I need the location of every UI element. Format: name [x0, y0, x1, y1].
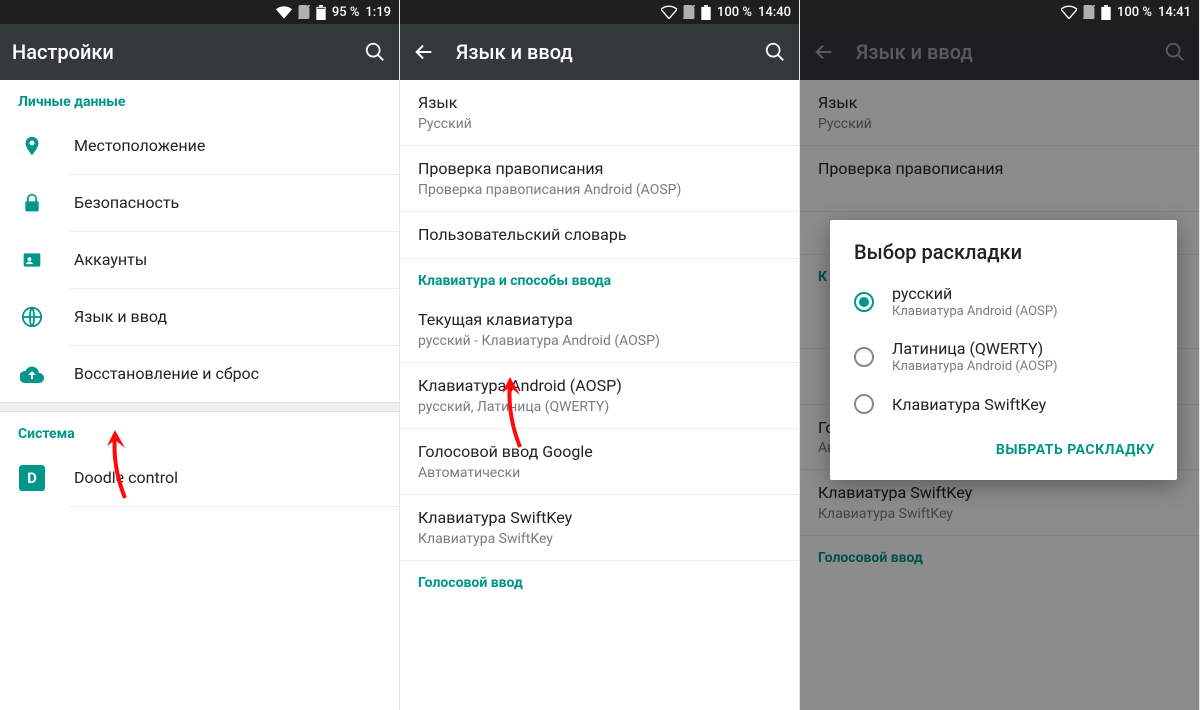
no-sim-icon	[683, 5, 695, 19]
item-aosp-keyboard[interactable]: Клавиатура Android (AOSP) русский, Латин…	[400, 363, 799, 428]
section-personal: Личные данные	[0, 80, 399, 118]
item-subtitle: русский, Латиница (QWERTY)	[418, 399, 781, 415]
section-voice: Голосовой ввод	[400, 561, 799, 599]
item-label: Аккаунты	[74, 250, 381, 271]
wifi-icon	[1061, 5, 1077, 19]
battery-percent: 95 %	[332, 5, 360, 20]
doodle-icon: D	[18, 464, 46, 492]
location-icon	[18, 132, 46, 160]
page-title: Настройки	[12, 40, 343, 64]
battery-percent: 100 %	[1117, 5, 1152, 20]
search-icon[interactable]	[363, 40, 387, 64]
option-title: Латиница (QWERTY)	[892, 339, 1058, 358]
battery-icon	[316, 5, 326, 20]
backup-icon	[18, 360, 46, 388]
clock: 1:19	[365, 5, 391, 20]
item-language[interactable]: Язык Русский	[400, 80, 799, 145]
wifi-icon	[276, 5, 292, 19]
sidebar-item-language[interactable]: Язык и ввод	[0, 289, 399, 345]
layout-dialog-screen: 100 % 14:41 Язык и ввод Язык Русский Про…	[800, 0, 1200, 710]
radio-unchecked-icon	[854, 347, 874, 367]
app-bar: Язык и ввод	[400, 24, 799, 80]
item-label: Местоположение	[74, 136, 381, 157]
language-list: Язык Русский Проверка правописания Прове…	[400, 80, 799, 710]
option-subtitle: Клавиатура Android (AOSP)	[892, 304, 1058, 319]
item-swiftkey[interactable]: Клавиатура SwiftKey Клавиатура SwiftKey	[400, 495, 799, 560]
battery-icon	[1101, 5, 1111, 20]
dialog-option-swiftkey[interactable]: Клавиатура SwiftKey	[830, 384, 1177, 424]
back-icon[interactable]	[412, 40, 436, 64]
section-system: Система	[0, 412, 399, 450]
dialog-title: Выбор раскладки	[830, 240, 1177, 274]
item-label: Язык и ввод	[74, 307, 381, 328]
item-subtitle: Клавиатура SwiftKey	[418, 531, 781, 547]
item-subtitle: Автоматически	[418, 465, 781, 481]
status-bar: 95 % 1:19	[0, 0, 399, 24]
item-title: Голосовой ввод Google	[418, 442, 781, 463]
item-title: Проверка правописания	[418, 159, 781, 180]
sidebar-item-backup-reset[interactable]: Восстановление и сброс	[0, 346, 399, 402]
search-icon[interactable]	[763, 40, 787, 64]
no-sim-icon	[1083, 5, 1095, 19]
item-current-keyboard[interactable]: Текущая клавиатура русский - Клавиатура …	[400, 297, 799, 362]
item-spellcheck[interactable]: Проверка правописания Проверка правописа…	[400, 146, 799, 211]
item-label: Безопасность	[74, 193, 381, 214]
item-label: Восстановление и сброс	[74, 364, 381, 385]
no-sim-icon	[298, 5, 310, 19]
language-list-dimmed: Язык Русский Проверка правописания К Гол…	[800, 80, 1199, 710]
radio-unchecked-icon	[854, 394, 874, 414]
item-title: Текущая клавиатура	[418, 310, 781, 331]
item-title: Пользовательский словарь	[418, 225, 781, 246]
status-bar: 100 % 14:41	[800, 0, 1199, 24]
sidebar-item-accounts[interactable]: Аккаунты	[0, 232, 399, 288]
sidebar-item-doodle[interactable]: D Doodle control	[0, 450, 399, 506]
item-label: Doodle control	[74, 468, 381, 489]
dialog-actions: ВЫБРАТЬ РАСКЛАДКУ	[830, 424, 1177, 472]
battery-percent: 100 %	[717, 5, 752, 20]
section-keyboard: Клавиатура и способы ввода	[400, 259, 799, 297]
item-google-voice[interactable]: Голосовой ввод Google Автоматически	[400, 429, 799, 494]
option-title: русский	[892, 284, 1058, 303]
lock-icon	[18, 189, 46, 217]
status-bar: 100 % 14:40	[400, 0, 799, 24]
dialog-option-latin-qwerty[interactable]: Латиница (QWERTY) Клавиатура Android (AO…	[830, 329, 1177, 384]
settings-list: Личные данные Местоположение Безопасност…	[0, 80, 399, 710]
item-user-dictionary[interactable]: Пользовательский словарь	[400, 212, 799, 259]
item-title: Клавиатура SwiftKey	[418, 508, 781, 529]
clock: 14:40	[758, 5, 791, 20]
globe-icon	[18, 303, 46, 331]
option-title: Клавиатура SwiftKey	[892, 395, 1046, 414]
item-subtitle: Проверка правописания Android (AOSP)	[418, 182, 781, 198]
item-title: Язык	[418, 93, 781, 114]
page-title: Язык и ввод	[456, 40, 743, 64]
clock: 14:41	[1158, 5, 1191, 20]
choose-layout-button[interactable]: ВЫБРАТЬ РАСКЛАДКУ	[988, 432, 1163, 468]
battery-icon	[701, 5, 711, 20]
item-title: Клавиатура Android (AOSP)	[418, 376, 781, 397]
item-subtitle: русский - Клавиатура Android (AOSP)	[418, 333, 781, 349]
app-bar: Настройки	[0, 24, 399, 80]
sidebar-item-location[interactable]: Местоположение	[0, 118, 399, 174]
dialog-option-russian[interactable]: русский Клавиатура Android (AOSP)	[830, 274, 1177, 329]
radio-checked-icon	[854, 292, 874, 312]
account-icon	[18, 246, 46, 274]
option-subtitle: Клавиатура Android (AOSP)	[892, 359, 1058, 374]
divider	[70, 506, 399, 507]
language-input-screen: 100 % 14:40 Язык и ввод Язык Русский Про…	[400, 0, 800, 710]
section-gap	[0, 402, 399, 412]
layout-picker-dialog: Выбор раскладки русский Клавиатура Andro…	[830, 220, 1177, 480]
sidebar-item-security[interactable]: Безопасность	[0, 175, 399, 231]
appbar-scrim	[800, 24, 1199, 80]
wifi-icon	[661, 5, 677, 19]
item-subtitle: Русский	[418, 116, 781, 132]
settings-screen: 95 % 1:19 Настройки Личные данные Местоп…	[0, 0, 400, 710]
